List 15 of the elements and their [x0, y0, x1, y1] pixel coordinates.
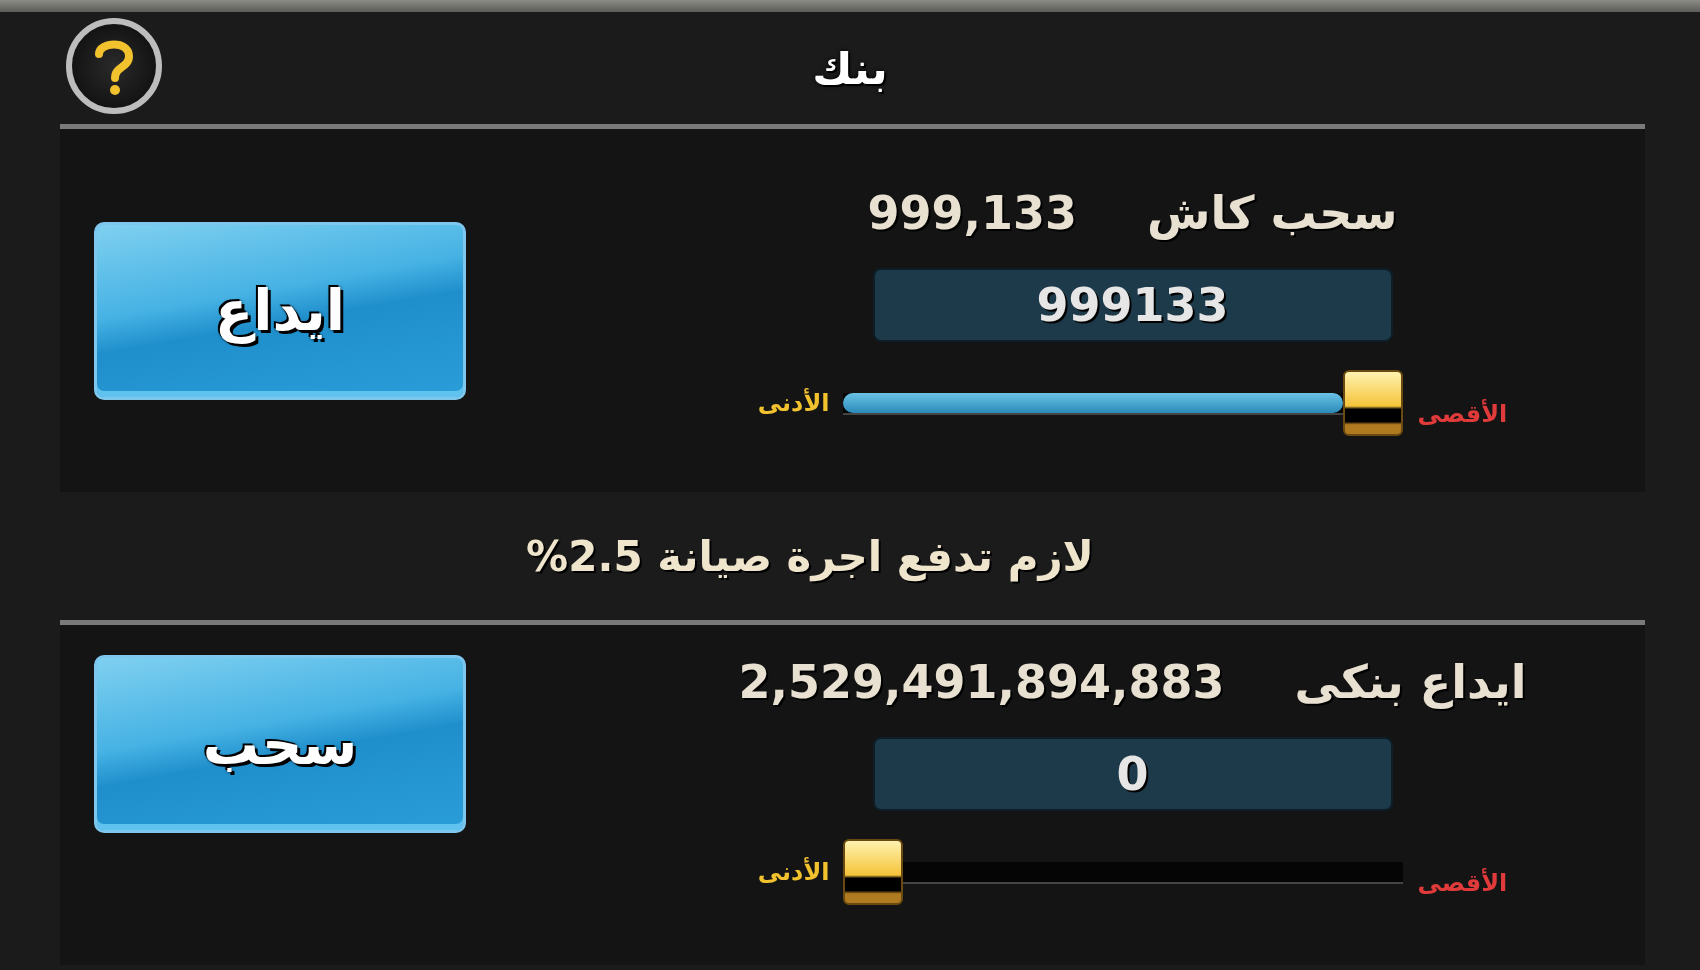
amount-label: ايداع بنكى [1294, 655, 1527, 709]
window-title: بنك [812, 42, 888, 94]
max-label: الأقصى [1417, 869, 1508, 897]
amount-field[interactable]: 999133 [872, 267, 1393, 342]
amount-label: سحب كاش [1146, 185, 1398, 240]
slider-thumb[interactable] [1343, 369, 1404, 436]
min-label: الأدنى [757, 388, 830, 417]
fee-notice: لازم تدفع اجرة صيانة 2.5% [526, 531, 1094, 581]
withdraw-button[interactable]: سحب [94, 655, 466, 833]
slider-thumb[interactable] [843, 839, 904, 905]
max-label: الأقصى [1417, 399, 1508, 428]
amount-value: 2,529,491,894,883 [738, 655, 1225, 709]
amount-value: 999,133 [867, 185, 1077, 240]
amount-field[interactable]: 0 [872, 737, 1393, 811]
min-label: الأدنى [757, 858, 830, 886]
